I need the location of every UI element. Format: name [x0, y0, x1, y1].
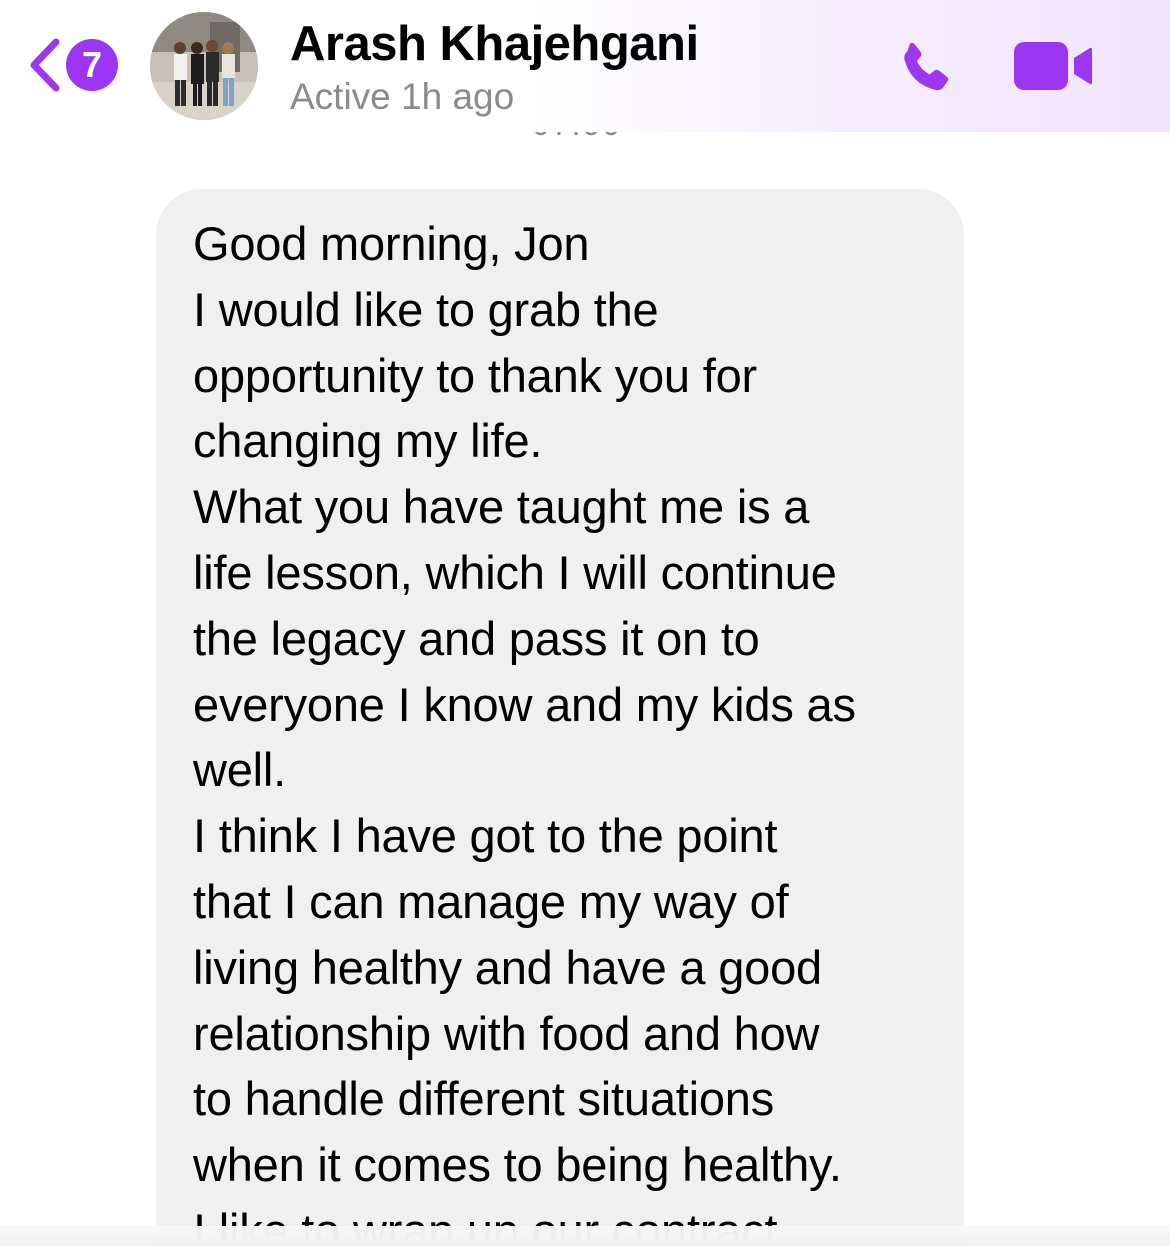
incoming-message-bubble[interactable]: Good morning, Jon I would like to grab t…	[156, 189, 964, 1246]
message-line: everyone I know and my kids as	[193, 677, 856, 731]
chat-header: 7 Arash Khajehgani Active 1h ago	[0, 0, 1170, 132]
message-line: Good morning, Jon	[193, 217, 590, 270]
contact-name[interactable]: Arash Khajehgani	[290, 16, 699, 72]
avatar-photo	[150, 12, 258, 120]
active-status: Active 1h ago	[290, 76, 515, 117]
message-line: that I can manage my way of	[193, 874, 789, 928]
message-line: I would like to grab the	[193, 282, 659, 336]
message-line: changing my life.	[193, 414, 543, 468]
message-line: life lesson, which I will continue	[193, 545, 837, 599]
bottom-edge	[0, 1226, 1170, 1246]
message-timestamp: 07:00	[0, 132, 1170, 142]
message-line: living healthy and have a good	[193, 940, 822, 994]
voice-call-button[interactable]	[888, 34, 958, 100]
unread-count-badge: 7	[66, 39, 118, 91]
message-text: Good morning, Jon I would like to grab t…	[193, 211, 933, 1246]
video-call-button[interactable]	[1012, 40, 1094, 92]
message-line: well.	[193, 743, 287, 797]
video-camera-icon	[1014, 42, 1092, 90]
phone-icon	[904, 42, 949, 91]
message-line: relationship with food and how	[193, 1006, 820, 1060]
message-line: I think I have got to the point	[193, 809, 778, 863]
message-line: the legacy and pass it on to	[193, 611, 760, 665]
message-line: to handle different situations	[193, 1072, 775, 1126]
chevron-left-icon	[30, 38, 60, 92]
message-line: when it comes to being healthy.	[193, 1138, 842, 1192]
message-line: What you have taught me is a	[193, 480, 810, 534]
message-line: opportunity to thank you for	[193, 348, 757, 402]
avatar[interactable]	[150, 12, 258, 120]
back-button[interactable]: 7	[24, 34, 124, 96]
